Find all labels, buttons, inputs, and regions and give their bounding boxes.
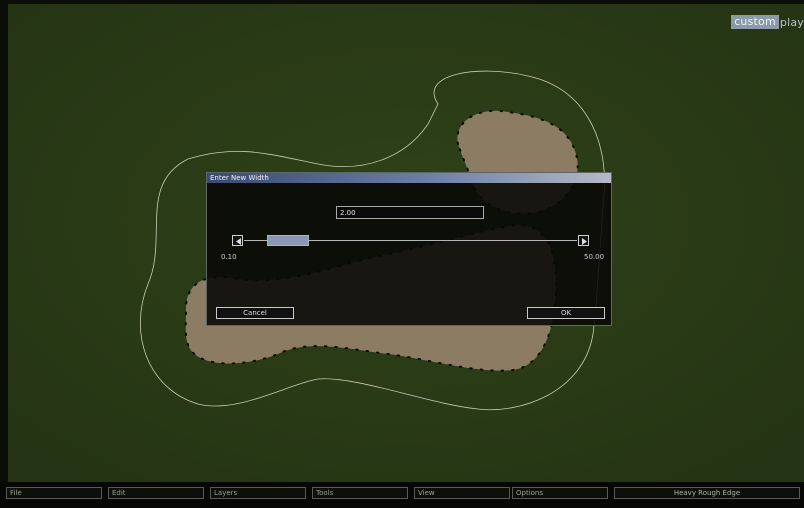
brand-logo-part1: custom (731, 15, 779, 29)
brand-logo-part2: play (779, 15, 804, 29)
ok-button[interactable]: OK (527, 307, 605, 319)
arrow-left-icon (236, 238, 241, 245)
cancel-button[interactable]: Cancel (216, 307, 294, 319)
dialog-title[interactable]: Enter New Width (207, 173, 611, 183)
slider-min-label: 0.10 (221, 253, 237, 261)
arrow-right-icon (582, 238, 587, 245)
width-input[interactable] (336, 206, 484, 219)
menu-options[interactable]: Options (512, 487, 608, 499)
slider-thumb[interactable] (266, 235, 309, 246)
menu-file[interactable]: File (6, 487, 102, 499)
slider-increase-button[interactable] (578, 235, 589, 246)
slider-max-label: 50.00 (584, 253, 605, 261)
status-label: Heavy Rough Edge (614, 487, 800, 499)
menu-view[interactable]: View (414, 487, 510, 499)
brand-logo: custom play (731, 14, 804, 30)
width-dialog: Enter New Width 0.10 50.00 Cancel OK (206, 172, 612, 326)
menu-edit[interactable]: Edit (108, 487, 204, 499)
slider-decrease-button[interactable] (232, 235, 243, 246)
menu-layers[interactable]: Layers (210, 487, 306, 499)
bottom-menu-bar: File Edit Layers Tools View Options Heav… (0, 482, 804, 508)
menu-tools[interactable]: Tools (312, 487, 408, 499)
